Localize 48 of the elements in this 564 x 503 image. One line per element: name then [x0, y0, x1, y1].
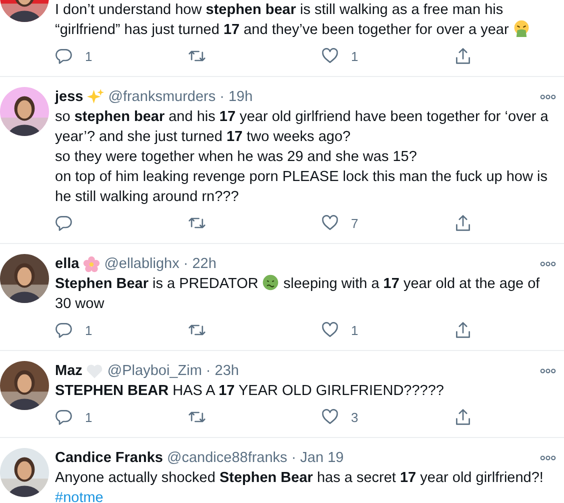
more-icon[interactable] — [540, 94, 556, 100]
tweet-time[interactable]: · 22h — [183, 256, 216, 272]
heart-icon[interactable] — [321, 321, 339, 339]
author-handle[interactable]: @franksmurders — [108, 89, 216, 105]
hashtag-link[interactable]: #notme — [55, 490, 104, 503]
share-icon[interactable] — [454, 214, 472, 232]
share-icon[interactable] — [454, 321, 472, 339]
like-count: 3 — [351, 410, 358, 424]
author-handle[interactable]: @candice88franks — [167, 450, 288, 466]
more-icon[interactable] — [540, 368, 556, 374]
heart-icon[interactable] — [321, 408, 339, 426]
flower-icon — [83, 256, 100, 272]
heart-icon[interactable] — [321, 214, 339, 232]
author-name[interactable]: Maz — [55, 363, 82, 379]
tweet-text: Anyone actually shocked Stephen Bear has a secret 17 year old girlfriend?! — [55, 470, 544, 486]
heart-icon[interactable] — [321, 47, 339, 65]
share-icon[interactable] — [454, 47, 472, 65]
more-icon[interactable] — [540, 455, 556, 461]
author-name[interactable]: jess — [55, 89, 84, 105]
tweet-text: Stephen Bear is a PREDATOR — [55, 276, 258, 292]
share-icon[interactable] — [454, 408, 472, 426]
reply-icon[interactable] — [55, 408, 73, 426]
tweet-time[interactable]: · 23h — [206, 363, 239, 379]
heart-icon — [86, 362, 104, 380]
more-icon[interactable] — [540, 261, 556, 267]
author-handle[interactable]: @Playboi_Zim — [107, 363, 202, 379]
tweet-text: so stephen bear and his 17 year old girlfriend have been together for ‘over a year’? and she just turned 17 two weeks ago? so they were together when he was 29 and she was 15? on top of him leaking revenge porn PLEASE lock this man the fuck up how is he still walking around rn??? — [55, 109, 548, 205]
reply-icon[interactable] — [55, 47, 73, 65]
author-handle[interactable]: @ellablighx — [104, 256, 180, 272]
tweet-text: I don’t understand how stephen bear is still walking as a free man his “girlfriend” has just turned 17 and they’ve been together for over a year — [55, 2, 509, 38]
like-count: 7 — [351, 216, 358, 230]
like-count: 1 — [351, 322, 358, 338]
tweet-time[interactable]: · Jan 19 — [291, 450, 344, 466]
tweet-time[interactable]: · 19h — [220, 89, 253, 105]
sick-face-icon — [262, 274, 280, 291]
author-name[interactable]: ella — [55, 256, 80, 272]
reply-count: 1 — [85, 48, 92, 64]
reply-count: 1 — [85, 322, 92, 338]
tweet-text: sleeping with a 17 year old at the age of — [283, 276, 540, 292]
tweet-text: STEPHEN BEAR HAS A 17 YEAR OLD GIRLFRIEND????? — [55, 383, 444, 399]
vomiting-face-icon — [512, 20, 530, 37]
reply-icon[interactable] — [55, 214, 73, 232]
reply-count: 1 — [85, 410, 92, 424]
reply-icon[interactable] — [55, 321, 73, 339]
sparkles-icon — [87, 88, 104, 106]
like-count: 1 — [351, 48, 358, 64]
author-name[interactable]: Candice Franks — [55, 450, 163, 466]
tweet-text: 30 wow — [55, 296, 104, 312]
